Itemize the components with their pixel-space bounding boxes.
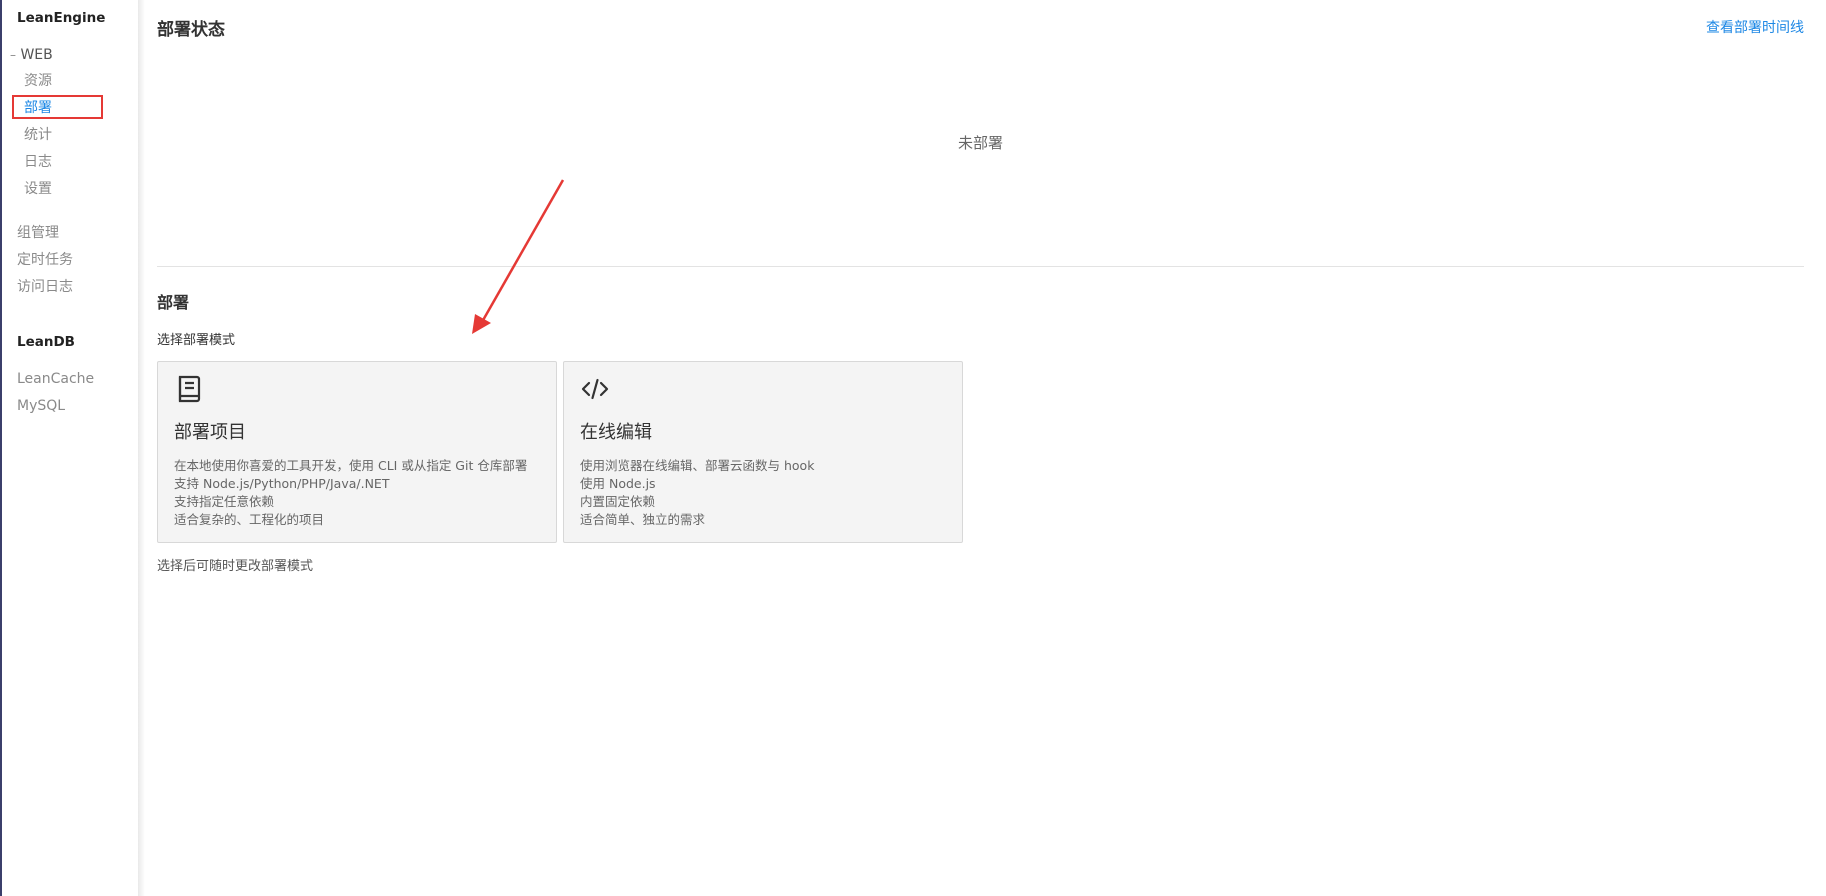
sidebar-item-access-logs[interactable]: 访问日志 — [17, 278, 73, 296]
section-divider — [157, 266, 1804, 267]
deploy-section-title: 部署 — [157, 293, 190, 312]
sidebar-item-resources[interactable]: 资源 — [24, 72, 52, 90]
annotation-highlight-box — [12, 95, 103, 119]
card-line: 适合简单、独立的需求 — [580, 512, 706, 527]
sidebar-item-label: WEB — [20, 47, 53, 63]
book-icon — [178, 375, 201, 403]
card-line: 支持 Node.js/Python/PHP/Java/.NET — [174, 476, 390, 491]
sidebar-item-web[interactable]: – WEB — [10, 46, 53, 64]
view-timeline-link[interactable]: 查看部署时间线 — [1706, 17, 1804, 37]
sidebar-item-mysql[interactable]: MySQL — [17, 397, 65, 415]
sidebar-item-stats[interactable]: 统计 — [24, 126, 52, 144]
collapse-icon: – — [10, 48, 16, 62]
card-description: 使用浏览器在线编辑、部署云函数与 hook 使用 Node.js 内置固定依赖 … — [580, 457, 814, 529]
sidebar-item-cron-jobs[interactable]: 定时任务 — [17, 251, 73, 269]
sidebar-item-leancache[interactable]: LeanCache — [17, 370, 94, 388]
card-line: 在本地使用你喜爱的工具开发，使用 CLI 或从指定 Git 仓库部署 — [174, 458, 528, 473]
card-line: 适合复杂的、工程化的项目 — [174, 512, 325, 527]
sidebar-heading-leanengine: LeanEngine — [17, 10, 106, 26]
sidebar-item-groups[interactable]: 组管理 — [17, 224, 59, 242]
sidebar-item-settings[interactable]: 设置 — [24, 180, 52, 198]
card-title: 在线编辑 — [580, 422, 652, 443]
sidebar-item-logs[interactable]: 日志 — [24, 153, 52, 171]
main-content: 部署状态 查看部署时间线 未部署 部署 选择部署模式 部署项目 在本地使用你喜爱… — [157, 0, 1804, 896]
code-icon — [581, 378, 609, 400]
card-line: 使用浏览器在线编辑、部署云函数与 hook — [580, 458, 815, 473]
card-line: 内置固定依赖 — [580, 494, 656, 509]
card-line: 使用 Node.js — [580, 476, 656, 491]
online-edit-card[interactable]: 在线编辑 使用浏览器在线编辑、部署云函数与 hook 使用 Node.js 内置… — [563, 361, 963, 543]
deploy-project-card[interactable]: 部署项目 在本地使用你喜爱的工具开发，使用 CLI 或从指定 Git 仓库部署 … — [157, 361, 557, 543]
deploy-mode-label: 选择部署模式 — [157, 333, 236, 348]
card-line: 支持指定任意依赖 — [174, 494, 275, 509]
page-title: 部署状态 — [157, 20, 225, 40]
sidebar-heading-leandb: LeanDB — [17, 334, 75, 350]
mode-change-note: 选择后可随时更改部署模式 — [157, 559, 314, 574]
deploy-status-empty: 未部署 — [957, 134, 1003, 152]
card-title: 部署项目 — [174, 422, 246, 443]
card-description: 在本地使用你喜爱的工具开发，使用 CLI 或从指定 Git 仓库部署 支持 No… — [174, 457, 527, 529]
sidebar: LeanEngine – WEB 资源 部署 统计 日志 设置 组管理 定时任务… — [2, 0, 138, 896]
sidebar-divider — [138, 0, 145, 896]
